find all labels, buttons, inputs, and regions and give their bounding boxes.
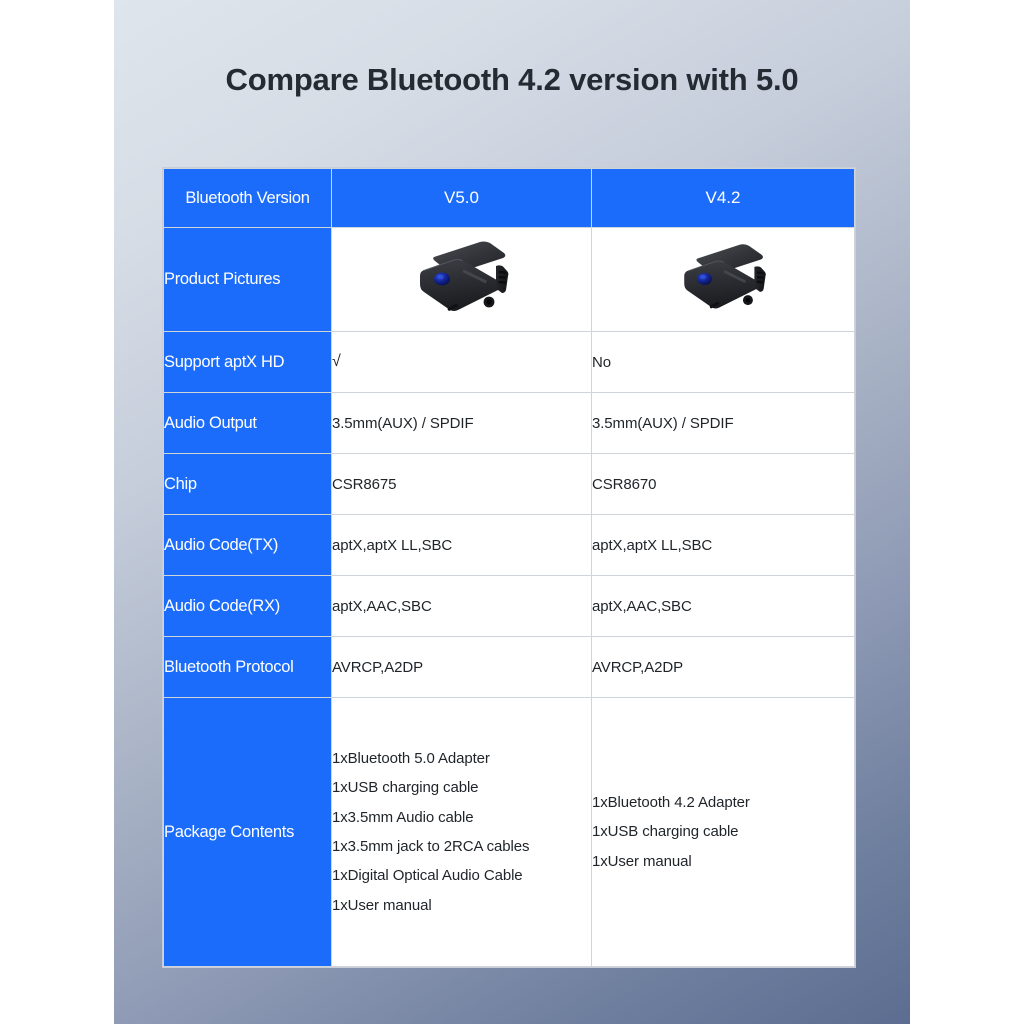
package-item: 1x3.5mm Audio cable <box>332 808 474 826</box>
cell-bluetooth-protocol-v42: AVRCP,A2DP <box>591 636 855 698</box>
cell-package-contents-v42: 1xBluetooth 4.2 Adapter 1xUSB charging ca… <box>591 697 855 967</box>
header-col-v50: V5.0 <box>331 168 592 228</box>
row-label-audio-code-rx: Audio Code(RX) <box>163 575 332 637</box>
cell-bluetooth-protocol-v50: AVRCP,A2DP <box>331 636 592 698</box>
table-row: Support aptX HD √ No <box>163 331 855 393</box>
package-item: 1xUser manual <box>332 896 432 914</box>
row-label-audio-output: Audio Output <box>163 392 332 454</box>
row-label-audio-code-tx: Audio Code(TX) <box>163 514 332 576</box>
table-row: Audio Code(TX) aptX,aptX LL,SBC aptX,apt… <box>163 514 855 576</box>
cell-product-picture-v42 <box>591 227 855 332</box>
row-label-support-aptx-hd: Support aptX HD <box>163 331 332 393</box>
comparison-table: Bluetooth Version V5.0 V4.2 Product Pict… <box>163 168 855 967</box>
header-col-v42: V4.2 <box>591 168 855 228</box>
cell-audio-output-v50: 3.5mm(AUX) / SPDIF <box>331 392 592 454</box>
table-header-row: Bluetooth Version V5.0 V4.2 <box>163 168 855 228</box>
row-label-product-pictures: Product Pictures <box>163 227 332 332</box>
cell-audio-code-rx-v50: aptX,AAC,SBC <box>331 575 592 637</box>
package-item: 1x3.5mm jack to 2RCA cables <box>332 838 530 855</box>
table-row: Audio Output 3.5mm(AUX) / SPDIF 3.5mm(AU… <box>163 392 855 454</box>
adapter-illustration <box>419 240 508 311</box>
header-label-cell: Bluetooth Version <box>163 168 332 228</box>
table-row: Bluetooth Protocol AVRCP,A2DP AVRCP,A2DP <box>163 636 855 698</box>
adapter-illustration <box>684 243 766 308</box>
package-item: 1xBluetooth 4.2 Adapter <box>592 793 750 811</box>
table-row: Product Pictures <box>163 227 855 332</box>
page-title: Compare Bluetooth 4.2 version with 5.0 <box>225 62 799 97</box>
package-list-v42: 1xBluetooth 4.2 Adapter 1xUSB charging ca… <box>592 788 854 876</box>
cell-support-aptx-hd-v50: √ <box>331 331 592 393</box>
table-row: Chip CSR8675 CSR8670 <box>163 453 855 515</box>
row-label-bluetooth-protocol: Bluetooth Protocol <box>163 636 332 698</box>
package-item: 1xUser manual <box>592 852 692 870</box>
cell-support-aptx-hd-v42: No <box>591 331 855 393</box>
package-item: 1xUSB charging cable <box>592 823 739 841</box>
row-label-package-contents: Package Contents <box>163 697 332 967</box>
table-row: Package Contents 1xBluetooth 5.0 Adapter… <box>163 697 855 967</box>
table-row: Audio Code(RX) aptX,AAC,SBC aptX,AAC,SBC <box>163 575 855 637</box>
cell-audio-output-v42: 3.5mm(AUX) / SPDIF <box>591 392 855 454</box>
package-item: 1xUSB charging cable <box>332 779 479 797</box>
package-item: 1xDigital Optical Audio Cable <box>332 867 523 885</box>
cell-chip-v50: CSR8675 <box>331 453 592 515</box>
cell-chip-v42: CSR8670 <box>591 453 855 515</box>
package-item: 1xBluetooth 5.0 Adapter <box>332 749 490 767</box>
cell-product-picture-v50 <box>331 227 592 332</box>
cell-package-contents-v50: 1xBluetooth 5.0 Adapter 1xUSB charging ca… <box>331 697 592 967</box>
package-list-v50: 1xBluetooth 5.0 Adapter 1xUSB charging ca… <box>332 744 591 920</box>
screenshot-root: Compare Bluetooth 4.2 version with 5.0 B… <box>0 0 1024 1024</box>
row-label-chip: Chip <box>163 453 332 515</box>
cell-audio-code-tx-v42: aptX,aptX LL,SBC <box>591 514 855 576</box>
bluetooth-adapter-v50-image <box>410 235 514 321</box>
bluetooth-adapter-v42-image <box>675 238 771 318</box>
cell-audio-code-tx-v50: aptX,aptX LL,SBC <box>331 514 592 576</box>
cell-audio-code-rx-v42: aptX,AAC,SBC <box>591 575 855 637</box>
